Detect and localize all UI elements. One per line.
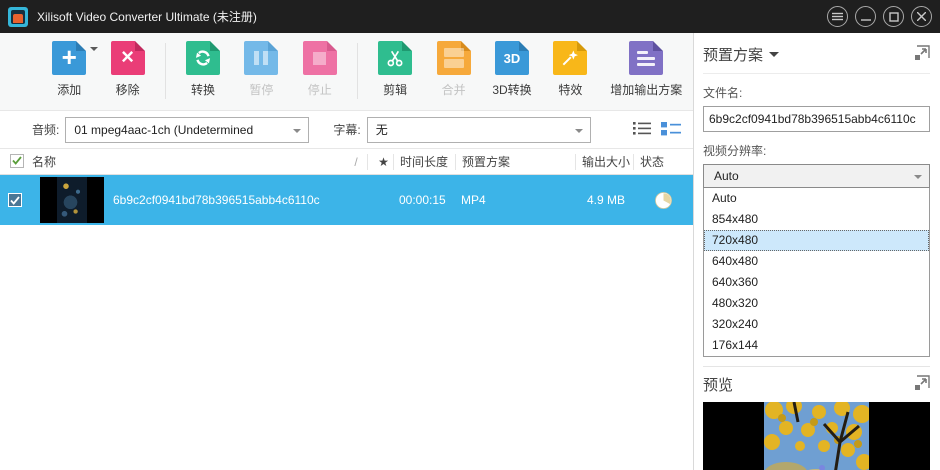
chevron-down-icon	[293, 129, 301, 137]
resolution-option[interactable]: 320x240	[704, 314, 929, 335]
minimize-icon	[861, 12, 871, 22]
resolution-option-highlighted[interactable]: 720x480	[704, 230, 929, 251]
convert-icon	[186, 41, 220, 75]
preset-panel-title[interactable]: 预置方案	[703, 44, 763, 65]
3d-icon: 3D	[495, 41, 529, 75]
add-dropdown-arrow-icon[interactable]	[90, 47, 98, 55]
stop-icon	[303, 41, 337, 75]
detail-view-button[interactable]	[661, 121, 681, 139]
chevron-down-icon	[575, 129, 583, 137]
subtitle-select[interactable]: 无	[367, 117, 591, 143]
merge-button[interactable]: 合并	[424, 41, 482, 98]
file-preset: MP4	[455, 193, 575, 207]
resolution-option[interactable]: 854x480	[704, 209, 929, 230]
resolution-select-value: Auto	[714, 169, 739, 183]
stop-button[interactable]: 停止	[291, 41, 349, 98]
clip-button[interactable]: 剪辑	[366, 41, 424, 98]
expand-preview-button[interactable]	[914, 375, 930, 394]
3d-convert-button[interactable]: 3D 3D转换	[483, 41, 541, 98]
audio-label: 音频:	[32, 121, 59, 138]
menu-icon	[832, 12, 843, 21]
title-bar: Xilisoft Video Converter Ultimate (未注册)	[0, 0, 940, 33]
close-button[interactable]	[911, 6, 932, 27]
column-status[interactable]: 状态	[633, 154, 693, 170]
toolbar: + 添加 × 移除 转换 暂停 停止 剪辑	[0, 33, 693, 111]
expand-icon	[914, 375, 930, 391]
file-output-size: 4.9 MB	[575, 193, 633, 207]
merge-icon	[437, 41, 471, 75]
app-icon	[8, 7, 28, 27]
detail-view-icon	[661, 121, 681, 136]
expand-panel-button[interactable]	[914, 45, 930, 64]
resolution-option[interactable]: 640x480	[704, 251, 929, 272]
check-icon	[10, 196, 20, 205]
maximize-icon	[889, 12, 899, 22]
maximize-button[interactable]	[883, 6, 904, 27]
right-panel: 预置方案 文件名: 视频分辨率: Auto Auto 854x480 720x4…	[695, 33, 940, 470]
file-name: 6b9c2cf0941bd78b396515abb4c6110c	[113, 193, 320, 207]
add-button[interactable]: + 添加	[40, 41, 98, 98]
convert-button[interactable]: 转换	[174, 41, 232, 98]
expand-icon	[914, 45, 930, 61]
resolution-option[interactable]: 640x360	[704, 272, 929, 293]
profile-doc-icon	[629, 41, 663, 75]
toolbar-separator	[357, 43, 358, 99]
file-duration: 00:00:15	[393, 193, 455, 207]
menu-button[interactable]	[827, 6, 848, 27]
subtitle-select-value: 无	[376, 121, 388, 138]
resolution-option[interactable]: Auto	[704, 188, 929, 209]
file-list-empty-area	[0, 225, 693, 435]
audio-select-value: 01 mpeg4aac-1ch (Undetermined	[74, 123, 253, 137]
chevron-down-icon	[914, 175, 922, 183]
pause-button[interactable]: 暂停	[232, 41, 290, 98]
column-preset[interactable]: 预置方案	[455, 154, 575, 170]
filename-label: 文件名:	[703, 84, 930, 101]
resolution-option[interactable]: 480x320	[704, 293, 929, 314]
list-view-button[interactable]	[633, 121, 651, 139]
remove-icon: ×	[111, 41, 145, 75]
preview-frame-image	[764, 402, 869, 470]
column-duration[interactable]: 时间长度	[393, 154, 455, 170]
table-row[interactable]: 6b9c2cf0941bd78b396515abb4c6110c 00:00:1…	[0, 175, 693, 225]
resolution-option[interactable]: 176x144	[704, 335, 929, 356]
pause-icon	[244, 41, 278, 75]
main-area: + 添加 × 移除 转换 暂停 停止 剪辑	[0, 33, 694, 470]
resolution-label: 视频分辨率:	[703, 142, 930, 159]
column-output-size[interactable]: 输出大小	[575, 154, 633, 170]
preview-title: 预览	[703, 374, 733, 395]
magic-wand-icon	[553, 41, 587, 75]
column-name[interactable]: 名称	[30, 154, 343, 170]
waiting-clock-icon	[655, 192, 672, 209]
list-view-icon	[633, 121, 651, 136]
column-star[interactable]: ★	[367, 154, 393, 170]
column-sort[interactable]: /	[343, 154, 367, 170]
row-checkbox[interactable]	[8, 193, 22, 207]
effects-button[interactable]: 特效	[541, 41, 599, 98]
resolution-dropdown-list: Auto 854x480 720x480 640x480 640x360 480…	[703, 188, 930, 357]
options-bar: 音频: 01 mpeg4aac-1ch (Undetermined 字幕: 无	[0, 111, 693, 149]
video-thumbnail	[40, 177, 104, 223]
scissors-icon	[378, 41, 412, 75]
select-all-checkbox[interactable]	[10, 154, 24, 168]
add-icon: +	[52, 41, 86, 75]
chevron-down-icon[interactable]	[769, 52, 779, 62]
preview-video-area[interactable]	[703, 402, 930, 470]
close-icon	[917, 12, 926, 21]
minimize-button[interactable]	[855, 6, 876, 27]
file-table-header: 名称 / ★ 时间长度 预置方案 输出大小 状态	[0, 149, 693, 175]
window-title: Xilisoft Video Converter Ultimate (未注册)	[37, 8, 257, 25]
subtitle-label: 字幕:	[333, 121, 360, 138]
check-icon	[12, 156, 22, 165]
add-profile-button[interactable]: 增加输出方案	[600, 41, 693, 98]
filename-input[interactable]	[703, 106, 930, 132]
toolbar-separator	[165, 43, 166, 99]
resolution-select[interactable]: Auto	[703, 164, 930, 188]
remove-button[interactable]: × 移除	[98, 41, 156, 98]
audio-select[interactable]: 01 mpeg4aac-1ch (Undetermined	[65, 117, 309, 143]
